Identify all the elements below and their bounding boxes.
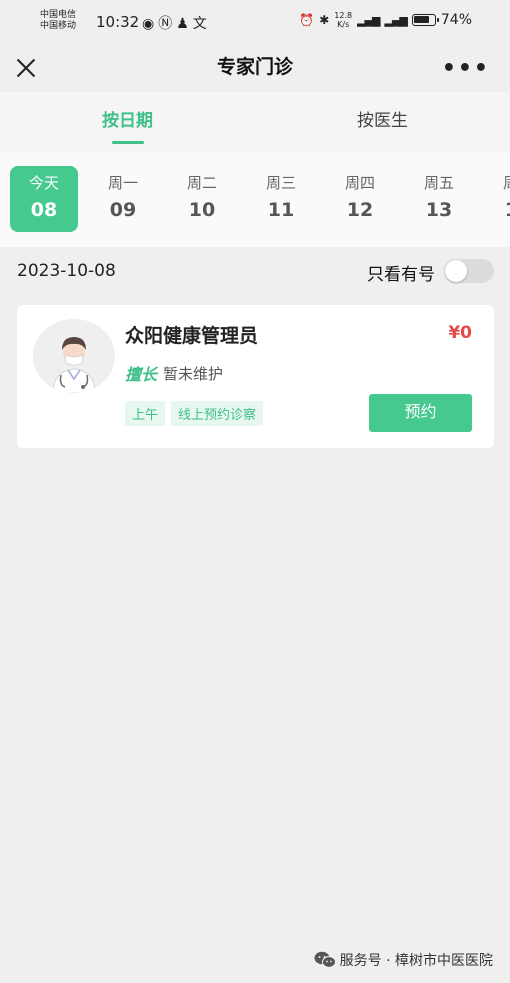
footer-text: 服务号 · 樟树市中医医院	[339, 953, 493, 969]
more-options-icon[interactable]: •••	[442, 56, 490, 81]
signal-2-icon: ▂▄▆	[384, 13, 407, 27]
alarm-icon: ⏰	[299, 13, 315, 27]
date-item[interactable]: 周二 10	[168, 166, 236, 232]
selected-date: 2023-10-08	[17, 261, 116, 281]
specialty-badge: 擅长	[125, 365, 158, 384]
date-item[interactable]: 周五 13	[405, 166, 473, 232]
date-selector: 今天 08 周一 09 周二 10 周三 11 周四 12 周五 13 周六 1…	[0, 152, 510, 247]
only-available-toggle[interactable]	[444, 259, 494, 283]
date-weekday: 今天	[28, 174, 59, 192]
nfc-icon: Ⓝ	[158, 16, 177, 32]
tag-session: 上午	[125, 401, 166, 426]
bluetooth-icon: ✱	[319, 13, 330, 27]
status-bar: 中国电信 中国移动 10:32 ◉Ⓝ♟文 ⏰ ✱ 12.8 K/s ▂▄▆ ▂▄…	[0, 0, 510, 44]
network-speed-unit: K/s	[337, 20, 350, 29]
page-title: 专家门诊	[216, 56, 293, 78]
battery-percent: 74%	[440, 12, 472, 28]
date-number: 13	[425, 199, 453, 221]
status-right-icons: ⏰ ✱ 12.8 K/s ▂▄▆ ▂▄▆ 74%	[299, 11, 472, 29]
date-item-today[interactable]: 今天 08	[10, 166, 78, 232]
specialty-text: 暂未维护	[163, 364, 224, 383]
doctor-card[interactable]: 众阳健康管理员 ¥0 擅长 暂未维护 上午 线上预约诊察 预约	[17, 305, 494, 448]
date-item[interactable]: 周六 14	[484, 166, 510, 232]
date-number: 09	[109, 199, 137, 221]
view-tabs: 按日期 按医生	[0, 92, 510, 152]
network-speed-value: 12.8	[334, 11, 353, 20]
doctor-avatar-icon	[33, 319, 115, 393]
network-speed: 12.8 K/s	[334, 11, 352, 29]
specialty-row: 擅长 暂未维护	[125, 361, 223, 385]
consult-price: ¥0	[448, 323, 472, 343]
eye-icon: ◉	[142, 16, 159, 32]
bell-icon: ♟	[176, 16, 193, 32]
book-button[interactable]: 预约	[369, 394, 472, 432]
only-available-label: 只看有号	[367, 265, 435, 285]
toggle-knob	[445, 260, 467, 282]
tab-by-date[interactable]: 按日期	[0, 92, 255, 152]
date-item[interactable]: 周四 12	[326, 166, 394, 232]
carrier-1: 中国电信	[40, 10, 77, 20]
carrier-2: 中国移动	[40, 21, 77, 31]
schedule-tags: 上午 线上预约诊察	[125, 401, 264, 426]
filter-row: 2023-10-08 只看有号	[0, 247, 510, 295]
date-item[interactable]: 周三 11	[247, 166, 315, 232]
wechat-icon	[314, 951, 336, 968]
status-notification-icons: ◉Ⓝ♟文	[142, 13, 211, 33]
date-weekday: 周三	[265, 174, 296, 192]
date-weekday: 周二	[186, 174, 217, 192]
battery-icon	[411, 14, 439, 26]
date-weekday: 周四	[344, 174, 375, 192]
date-number: 10	[188, 199, 216, 221]
date-number: 08	[30, 199, 58, 221]
doctor-avatar	[33, 319, 115, 393]
nav-bar: 专家门诊 •••	[0, 44, 510, 92]
doctor-name: 众阳健康管理员	[125, 325, 259, 347]
service-footer: 服务号 · 樟树市中医医院	[314, 950, 493, 970]
date-number: 12	[346, 199, 374, 221]
translate-icon: 文	[192, 16, 211, 32]
date-number: 11	[267, 199, 295, 221]
date-weekday: 周五	[423, 174, 454, 192]
date-number: 14	[484, 199, 510, 221]
status-time: 10:32	[96, 13, 140, 31]
signal-icon: ▂▄▆	[357, 13, 380, 27]
date-weekday: 周六	[484, 172, 510, 193]
date-weekday: 周一	[107, 174, 138, 192]
carrier-info: 中国电信 中国移动	[40, 10, 76, 32]
tag-consult-type: 线上预约诊察	[171, 401, 264, 426]
tab-by-doctor[interactable]: 按医生	[255, 92, 510, 152]
date-item[interactable]: 周一 09	[89, 166, 157, 232]
